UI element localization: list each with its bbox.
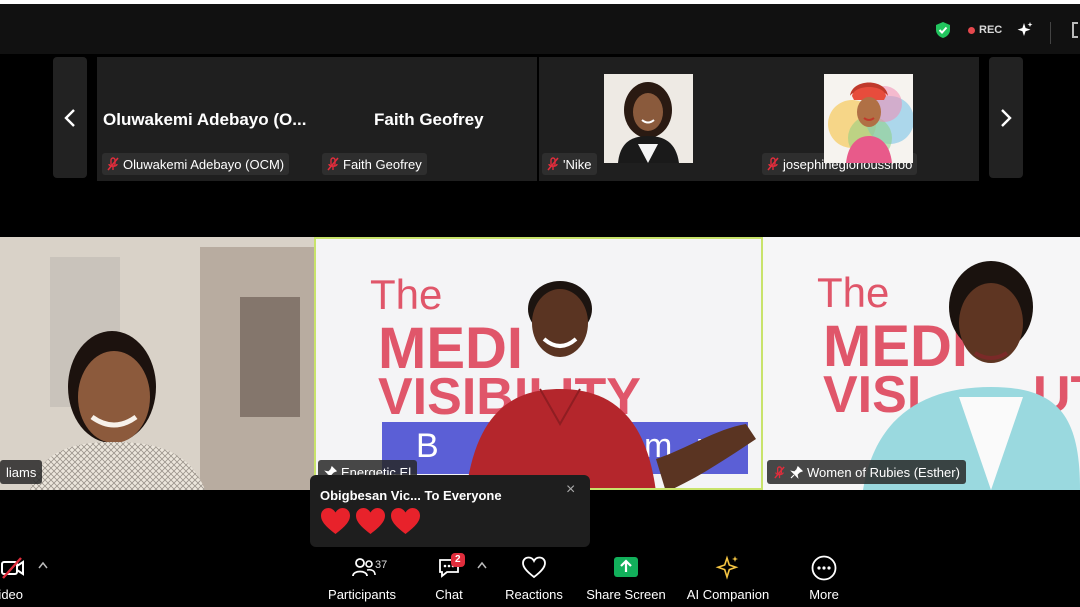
mic-muted-icon	[327, 157, 339, 171]
mic-muted-icon	[107, 157, 119, 171]
more-button[interactable]: More	[798, 547, 850, 607]
chevron-up-icon[interactable]	[38, 561, 48, 569]
participant-strip: Oluwakemi Adebayo (O... Oluwakemi Adebay…	[97, 57, 979, 181]
mic-muted-icon	[547, 157, 559, 171]
participant-name-chip: 'Nike	[542, 153, 597, 175]
participants-button[interactable]: 37 Participants	[322, 547, 402, 607]
participant-name-chip: Faith Geofrey	[322, 153, 427, 175]
more-options-icon	[811, 555, 837, 581]
heart-icon	[391, 508, 420, 534]
participant-display-name: Faith Geofrey	[374, 110, 484, 129]
reaction-notification[interactable]: Obigbesan Vic... To Everyone ×	[310, 475, 590, 547]
topbar-divider	[1050, 22, 1051, 44]
participants-icon	[352, 558, 376, 577]
chevron-left-icon	[64, 108, 75, 127]
rec-label: REC	[979, 24, 1003, 36]
share-screen-label: Share Screen	[586, 587, 666, 602]
video-tile-left[interactable]	[0, 237, 314, 490]
participant-name-chip: Oluwakemi Adebayo (OCM)	[102, 153, 290, 175]
pin-icon	[790, 465, 803, 479]
chat-label: Chat	[435, 587, 463, 602]
recording-indicator[interactable]: REC	[968, 24, 1002, 36]
participant-display-name: Oluwakemi Adebayo (O...	[103, 110, 307, 129]
strip-tile-faith[interactable]: Faith Geofrey Faith Geofrey	[317, 57, 537, 181]
strip-prev-button[interactable]	[53, 57, 87, 178]
reaction-hearts	[320, 507, 421, 535]
meeting-top-bar: REC	[0, 4, 1080, 54]
close-reaction-button[interactable]: ×	[566, 481, 575, 499]
participant-video	[863, 261, 1080, 490]
participant-name-chip: liams	[0, 460, 43, 484]
strip-tile-oluwakemi[interactable]: Oluwakemi Adebayo (O... Oluwakemi Adebay…	[97, 57, 317, 181]
participant-count: 37	[375, 559, 388, 571]
heart-icon	[321, 508, 350, 534]
share-screen-button[interactable]: Share Screen	[586, 547, 666, 607]
participant-video	[466, 281, 756, 488]
mic-muted-icon	[774, 465, 785, 479]
heart-icon	[356, 508, 385, 534]
ai-companion-label: AI Companion	[686, 587, 770, 602]
video-off-icon	[1, 557, 24, 579]
video-tile-active-speaker[interactable]: The MEDI VISIBILITY B m r	[314, 237, 763, 490]
participant-name-chip: Women of Rubies (Esther)	[767, 460, 966, 484]
heart-outline-icon	[522, 556, 546, 579]
avatar-illustration	[824, 74, 913, 163]
reactions-label: Reactions	[505, 587, 563, 602]
meeting-toolbar: Video 37 Participants 2 Chat Reactions	[0, 547, 1080, 607]
strip-next-button[interactable]	[989, 57, 1023, 178]
ai-sparkle-icon	[715, 555, 739, 580]
chevron-right-icon	[1001, 108, 1012, 127]
video-tile-right[interactable]: The MEDI VISI UT	[763, 237, 1080, 490]
mic-muted-icon	[767, 157, 779, 171]
share-screen-icon	[614, 557, 638, 577]
participants-label: Participants	[328, 587, 396, 602]
ai-sparkle-icon[interactable]	[1016, 21, 1034, 39]
chevron-up-icon[interactable]	[477, 561, 487, 569]
more-label: More	[809, 587, 839, 602]
reactions-button[interactable]: Reactions	[500, 547, 568, 607]
video-button[interactable]: Video	[0, 547, 44, 607]
record-dot-icon	[968, 26, 975, 34]
avatar-photo	[604, 74, 693, 163]
reaction-sender: Obigbesan Vic... To Everyone	[320, 488, 502, 503]
video-label: Video	[0, 587, 24, 602]
shield-check-icon[interactable]	[934, 21, 952, 39]
ai-companion-button[interactable]: AI Companion	[686, 547, 770, 607]
view-options-icon[interactable]	[1072, 22, 1078, 38]
chat-unread-badge: 2	[451, 553, 465, 567]
chat-button[interactable]: 2 Chat	[424, 547, 474, 607]
participant-video	[0, 237, 314, 490]
